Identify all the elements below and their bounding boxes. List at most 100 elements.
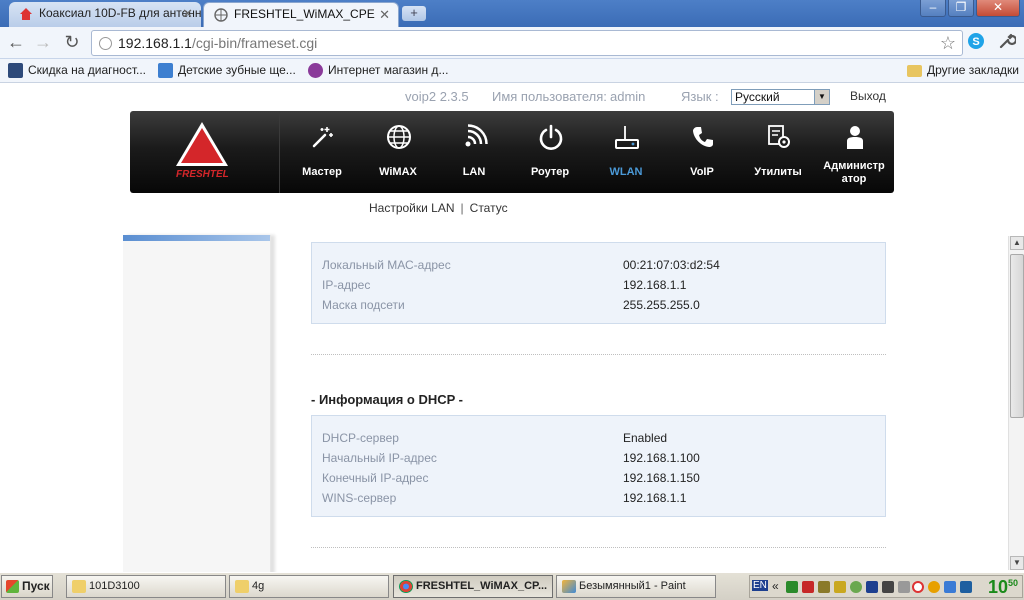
back-arrow-icon[interactable]: ← xyxy=(4,31,28,55)
info-value: 255.255.255.0 xyxy=(623,298,700,312)
tray-display-icon[interactable] xyxy=(960,581,972,593)
username: admin xyxy=(610,89,646,104)
info-value: 192.168.1.100 xyxy=(623,451,700,465)
info-key: Конечный IP-адрес xyxy=(322,471,429,485)
left-sidebar xyxy=(123,235,271,572)
chevron-down-icon[interactable]: ▼ xyxy=(814,90,829,104)
dhcp-section-title: - Информация о DHCP - xyxy=(311,392,464,407)
skype-icon[interactable]: S xyxy=(965,32,987,54)
user-icon xyxy=(847,126,863,149)
system-clock[interactable]: 1050 xyxy=(988,577,1018,598)
language-label: Язык : xyxy=(681,89,719,104)
folder-icon xyxy=(907,65,922,77)
minimize-button[interactable]: – xyxy=(920,0,946,17)
tray-pdf-icon[interactable] xyxy=(802,581,814,593)
bookmark-item[interactable]: Скидка на диагност... xyxy=(8,63,146,78)
menu-utilities[interactable]: Утилиты xyxy=(740,111,816,193)
menu-label: VoIP xyxy=(690,166,714,178)
windows-logo-icon xyxy=(6,580,19,593)
reload-icon[interactable]: ↻ xyxy=(60,31,84,55)
menu-wimax[interactable]: WiMAX xyxy=(360,111,436,193)
tab-close-icon[interactable]: ✕ xyxy=(182,2,193,25)
brand-name: FRESHTEL xyxy=(176,169,229,180)
chrome-icon xyxy=(399,580,413,593)
logout-link[interactable]: Выход xyxy=(850,89,886,103)
scroll-up-icon[interactable]: ▲ xyxy=(1010,236,1024,250)
menu-label: Администр атор xyxy=(823,160,885,185)
other-bookmarks[interactable]: Другие закладки xyxy=(907,63,1019,77)
info-row: Локальный МАС-адрес 00:21:07:03:d2:54 xyxy=(322,255,877,275)
sidebar-header-strip xyxy=(123,235,270,241)
url-text[interactable]: 192.168.1.1/cgi-bin/frameset.cgi xyxy=(118,35,317,51)
wrench-menu-icon[interactable] xyxy=(996,32,1018,54)
tray-users-icon[interactable] xyxy=(944,581,956,593)
info-value: 192.168.1.1 xyxy=(623,278,687,292)
tray-monitor-icon[interactable] xyxy=(882,581,894,593)
svg-text:S: S xyxy=(972,36,979,48)
address-bar[interactable]: 192.168.1.1/cgi-bin/frameset.cgi ☆ xyxy=(91,30,963,56)
folder-icon xyxy=(235,580,249,593)
language-select[interactable]: Русский ▼ xyxy=(731,89,830,105)
browser-tab-1[interactable]: Коаксиал 10D-FB для антенн ✕ xyxy=(9,2,201,27)
tray-antivirus-icon[interactable] xyxy=(834,581,846,593)
close-window-button[interactable]: ✕ xyxy=(976,0,1020,17)
tray-volume-icon[interactable] xyxy=(898,581,910,593)
tray-monitor-icon[interactable] xyxy=(866,581,878,593)
info-value: 192.168.1.1 xyxy=(623,491,687,505)
info-value: 00:21:07:03:d2:54 xyxy=(623,258,720,272)
scroll-down-icon[interactable]: ▼ xyxy=(1010,556,1024,570)
maximize-button[interactable]: ❐ xyxy=(948,0,974,17)
menu-wlan[interactable]: WLAN xyxy=(588,111,664,193)
tray-network-icon[interactable] xyxy=(786,581,798,593)
start-button[interactable]: Пуск xyxy=(1,575,53,598)
page-icon xyxy=(99,37,112,50)
menu-wizard[interactable]: Мастер xyxy=(284,111,360,193)
folder-icon xyxy=(72,580,86,593)
frame-scrollbar[interactable]: ▲ ▼ xyxy=(1008,236,1024,570)
bookmarks-bar: Скидка на диагност... Детские зубные ще.… xyxy=(0,59,1024,83)
taskbar-item[interactable]: 101D3100 xyxy=(66,575,226,598)
tray-sync-icon[interactable] xyxy=(850,581,862,593)
menu-administrator[interactable]: Администр атор xyxy=(816,111,892,193)
tab-close-icon[interactable]: ✕ xyxy=(379,3,390,26)
paint-icon xyxy=(562,580,576,593)
scroll-thumb[interactable] xyxy=(1010,254,1024,418)
bookmark-item[interactable]: Интернет магазин д... xyxy=(308,63,448,78)
wifi-signal-icon xyxy=(465,124,488,147)
forward-arrow-icon[interactable]: → xyxy=(31,31,55,55)
wand-icon xyxy=(312,127,333,148)
globe-favicon-icon xyxy=(214,8,228,22)
taskbar-item[interactable]: Безымянный1 - Paint xyxy=(556,575,716,598)
wireless-router-icon xyxy=(615,126,639,149)
menu-lan[interactable]: LAN xyxy=(436,111,512,193)
tray-expand-icon[interactable]: « xyxy=(772,579,779,593)
tools-icon xyxy=(768,125,790,148)
freshtel-logo[interactable]: FRESHTEL xyxy=(130,111,280,193)
subnav-lan-settings[interactable]: Настройки LAN xyxy=(369,201,455,215)
subnav-separator: | xyxy=(460,201,464,215)
taskbar-item[interactable]: 4g xyxy=(229,575,389,598)
subnav-status[interactable]: Статус xyxy=(470,201,508,215)
globe-icon xyxy=(387,125,411,149)
system-tray: EN « 1050 xyxy=(749,575,1023,598)
bookmark-item[interactable]: Детские зубные ще... xyxy=(158,63,296,78)
lan-info-panel: Локальный МАС-адрес 00:21:07:03:d2:54 IP… xyxy=(311,242,886,324)
tray-app-icon[interactable] xyxy=(818,581,830,593)
info-key: Начальный IP-адрес xyxy=(322,451,437,465)
info-key: IP-адрес xyxy=(322,278,371,292)
menu-label: WiMAX xyxy=(379,166,417,178)
tray-blocked-icon[interactable] xyxy=(912,581,924,593)
bookmark-star-icon[interactable]: ☆ xyxy=(940,33,956,54)
new-tab-button[interactable]: + xyxy=(402,6,426,21)
menu-router[interactable]: Роутер xyxy=(512,111,588,193)
tray-update-icon[interactable] xyxy=(928,581,940,593)
input-language[interactable]: EN xyxy=(752,580,768,591)
menu-voip[interactable]: VoIP xyxy=(664,111,740,193)
info-row: DHCP-сервер Enabled xyxy=(322,428,877,448)
info-row: Маска подсети 255.255.255.0 xyxy=(322,295,877,315)
info-value: Enabled xyxy=(623,431,668,445)
browser-tab-2[interactable]: FRESHTEL_WiMAX_CPE ✕ xyxy=(203,2,399,27)
sub-navigation: Настройки LAN | Статус xyxy=(369,201,508,215)
taskbar-item-active[interactable]: FRESHTEL_WiMAX_CP... xyxy=(393,575,553,598)
tab-title: FRESHTEL_WiMAX_CPE xyxy=(234,7,375,21)
